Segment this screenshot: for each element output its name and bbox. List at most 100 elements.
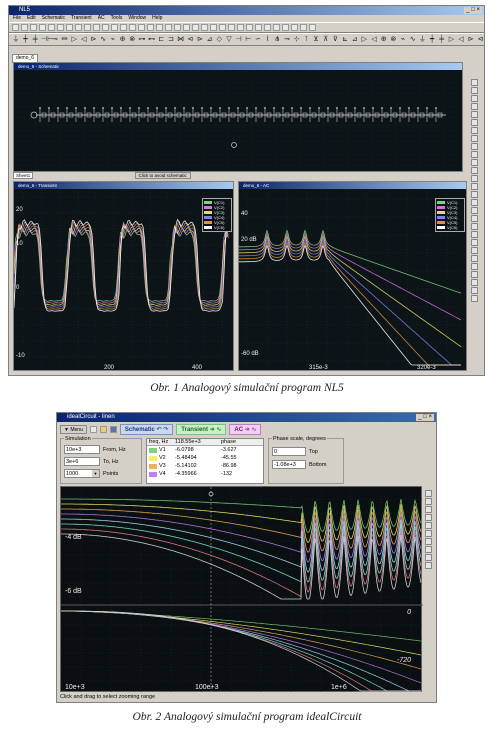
to-input[interactable]: 3e+6 [64, 457, 100, 466]
component-icon[interactable]: ⊻ [312, 35, 320, 44]
open-icon[interactable] [99, 426, 107, 433]
side-tool-icon[interactable] [471, 167, 478, 174]
from-input[interactable]: 10e+3 [64, 445, 100, 454]
plot-tool-icon[interactable] [425, 562, 432, 569]
plot-tool-icon[interactable] [425, 490, 432, 497]
side-tool-icon[interactable] [471, 103, 478, 110]
new-icon[interactable] [89, 426, 97, 433]
component-icon[interactable]: ▷ [448, 35, 456, 44]
toolbar-button[interactable] [237, 24, 244, 31]
component-icon[interactable]: ⊏ [157, 35, 165, 44]
side-tool-icon[interactable] [471, 87, 478, 94]
plot-tool-icon[interactable] [425, 514, 432, 521]
component-icon[interactable]: ⊿ [351, 35, 359, 44]
side-tool-icon[interactable] [471, 223, 478, 230]
menu-schematic[interactable]: Schematic [42, 15, 65, 22]
component-icon[interactable]: ⊿ [206, 35, 214, 44]
toolbar-button[interactable] [300, 24, 307, 31]
toolbar-button[interactable] [57, 24, 64, 31]
toolbar-button[interactable] [120, 24, 127, 31]
menu-button[interactable]: ▼ Menu [60, 425, 87, 434]
component-icon[interactable]: ⊶ [138, 35, 146, 44]
toolbar-button[interactable] [93, 24, 100, 31]
toolbar-button[interactable] [309, 24, 316, 31]
component-icon[interactable]: ◁ [457, 35, 465, 44]
ic-plot-svg[interactable]: -4 dB -6 dB 0 -720 10e+3 100e+3 1e+6 [61, 487, 423, 693]
toolbar-button[interactable] [228, 24, 235, 31]
menu-file[interactable]: File [13, 15, 21, 22]
toolbar-button[interactable] [192, 24, 199, 31]
component-icon[interactable]: ▷ [361, 35, 369, 44]
component-icon[interactable]: ⊷ [148, 35, 156, 44]
plot-tool-icon[interactable] [425, 522, 432, 529]
component-icon[interactable]: ⊲ [186, 35, 194, 44]
probe-row[interactable]: V1 -6.0798 -3.627 [147, 446, 263, 454]
schematic-canvas[interactable] [14, 70, 463, 172]
toolbar-button[interactable] [201, 24, 208, 31]
toolbar-button[interactable] [264, 24, 271, 31]
component-icon[interactable]: ┿ [22, 35, 30, 44]
component-icon[interactable]: ∽ [254, 35, 262, 44]
menu-ac[interactable]: AC [98, 15, 105, 22]
ac-run-icon[interactable]: ➜ ∿ [245, 427, 257, 433]
menu-tools[interactable]: Tools [111, 15, 123, 22]
component-icon[interactable]: ∿ [99, 35, 107, 44]
side-tool-icon[interactable] [471, 239, 478, 246]
component-icon[interactable]: ⊣⊢ [41, 35, 53, 44]
side-tool-icon[interactable] [471, 271, 478, 278]
toolbar-button[interactable] [111, 24, 118, 31]
component-icon[interactable]: ◇ [215, 35, 223, 44]
toolbar-button[interactable] [12, 24, 19, 31]
transient-plot[interactable]: 20 10 0 -10 200 400 [14, 189, 234, 371]
component-icon[interactable]: ⊳ [196, 35, 204, 44]
component-icon[interactable]: ⋔ [273, 35, 281, 44]
side-tool-icon[interactable] [471, 255, 478, 262]
component-icon[interactable]: ╪ [31, 35, 39, 44]
component-icon[interactable]: ⊗ [390, 35, 398, 44]
component-icon[interactable]: ⊸ [283, 35, 291, 44]
toolbar-button[interactable] [210, 24, 217, 31]
side-tool-icon[interactable] [471, 183, 478, 190]
component-icon[interactable]: ⊽ [332, 35, 340, 44]
side-tool-icon[interactable] [471, 199, 478, 206]
transient-run-icon[interactable]: ➜ ∿ [210, 427, 222, 433]
side-tool-icon[interactable] [471, 247, 478, 254]
component-icon[interactable]: ⊢ [244, 35, 252, 44]
component-icon[interactable]: ┿ [428, 35, 436, 44]
probe-row[interactable]: V4 -4.35966 -132 [147, 470, 263, 478]
toolbar-button[interactable] [84, 24, 91, 31]
component-icon[interactable]: ▷ [70, 35, 78, 44]
component-icon[interactable]: ⊗ [128, 35, 136, 44]
phase-bottom-input[interactable]: -1.08e+3 [272, 460, 306, 469]
toolbar-button[interactable] [75, 24, 82, 31]
toolbar-button[interactable] [156, 24, 163, 31]
undo-icon[interactable]: ↶ ↷ [157, 427, 169, 433]
component-icon[interactable]: ⊼ [322, 35, 330, 44]
component-icon[interactable]: ⊸ [51, 35, 59, 44]
component-icon[interactable]: ⌁ [109, 35, 117, 44]
side-tool-icon[interactable] [471, 127, 478, 134]
toolbar-button[interactable] [48, 24, 55, 31]
side-tool-icon[interactable] [471, 151, 478, 158]
plot-tool-icon[interactable] [425, 506, 432, 513]
component-icon[interactable]: ∿ [409, 35, 417, 44]
side-tool-icon[interactable] [471, 159, 478, 166]
toolbar-button[interactable] [255, 24, 262, 31]
menu-window[interactable]: Window [128, 15, 146, 22]
component-icon[interactable]: ⏛ [61, 35, 69, 44]
side-tool-icon[interactable] [471, 231, 478, 238]
side-tool-icon[interactable] [471, 119, 478, 126]
toolbar-button[interactable] [39, 24, 46, 31]
probe-row[interactable]: V3 -5.14102 -86.98 [147, 462, 263, 470]
component-icon[interactable]: ⌇ [264, 35, 272, 44]
probe-row[interactable]: V2 -5.48494 -45.55 [147, 454, 263, 462]
component-icon[interactable]: ▽ [225, 35, 233, 44]
toolbar-button[interactable] [174, 24, 181, 31]
window-controls[interactable]: _ □ × [464, 7, 482, 14]
tab-transient[interactable]: Transient ➜ ∿ [176, 424, 227, 435]
toolbar-button[interactable] [291, 24, 298, 31]
side-tool-icon[interactable] [471, 191, 478, 198]
component-icon[interactable]: ◁ [80, 35, 88, 44]
save-icon[interactable] [109, 426, 117, 433]
points-select[interactable]: 1000 ▼ [64, 469, 100, 478]
